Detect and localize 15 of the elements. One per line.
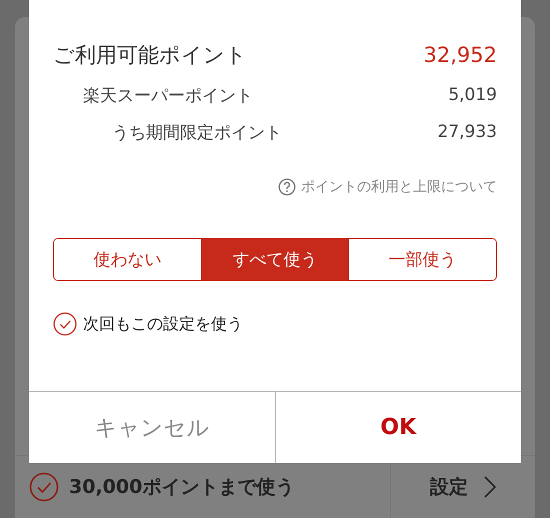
point-value: 5,019 bbox=[448, 85, 497, 105]
checkbox[interactable] bbox=[29, 472, 59, 502]
usage-option[interactable]: すべて使う bbox=[200, 239, 348, 280]
point-value: 27,933 bbox=[438, 122, 497, 142]
point-label: 楽天スーパーポイント bbox=[83, 84, 253, 106]
usage-option[interactable]: 一部使う bbox=[348, 239, 496, 280]
checkbox[interactable] bbox=[53, 312, 77, 336]
available-label: ご利用可能ポイント bbox=[53, 42, 247, 69]
help-link[interactable]: ポイントの利用と上限について bbox=[301, 178, 497, 196]
limit-label: 30,000ポイントまで使う bbox=[69, 475, 294, 500]
chevron-icon bbox=[484, 476, 496, 498]
help-icon bbox=[278, 178, 296, 196]
remember-label: 次回もこの設定を使う bbox=[83, 314, 243, 334]
available-value: 32,952 bbox=[424, 43, 497, 67]
point-label: うち期間限定ポイント bbox=[112, 122, 282, 144]
